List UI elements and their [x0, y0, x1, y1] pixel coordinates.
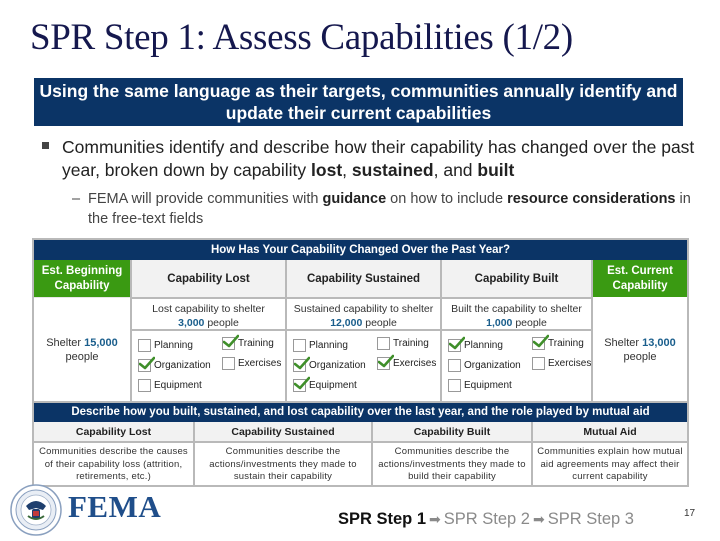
checkbox-planning[interactable]: Planning [293, 339, 348, 352]
checkbox-label: Training [238, 338, 274, 350]
checkbox-training[interactable]: Training [222, 334, 274, 350]
bullet-square-icon [42, 142, 49, 149]
est-beginning-header: Est. Beginning Capability [34, 260, 130, 297]
checkbox-label: Organization [309, 360, 366, 372]
built-value: 1,000 [486, 317, 513, 329]
checkbox-training[interactable]: Training [532, 334, 584, 350]
capability-change-table: How Has Your Capability Changed Over the… [32, 238, 689, 403]
checkbox-label: Planning [154, 340, 193, 352]
checkbox-label: Organization [464, 360, 521, 372]
checkbox-training[interactable]: Training [377, 337, 429, 350]
desc-col-sustained-header: Capability Sustained [195, 422, 371, 441]
checkbox-organization[interactable]: Organization [293, 356, 366, 372]
col-capability-built-header: Capability Built [442, 260, 591, 297]
summary-banner: Using the same language as their targets… [34, 78, 683, 126]
capability-description-header: Describe how you built, sustained, and l… [34, 403, 687, 422]
checkbox-label: Equipment [309, 380, 357, 392]
checkbox-exercises[interactable]: Exercises [377, 354, 437, 370]
desc-built-text: Communities describe the actions/investm… [378, 446, 526, 482]
est-current-header: Est. Current Capability [593, 260, 687, 297]
checkbox-planning[interactable]: Planning [448, 336, 503, 352]
checkbox-checked-icon[interactable] [532, 334, 549, 350]
col-capability-lost-header: Capability Lost [132, 260, 285, 297]
checkbox-unchecked-icon[interactable] [138, 379, 151, 392]
checkbox-exercises[interactable]: Exercises [532, 357, 591, 370]
dhs-seal-icon [10, 484, 62, 541]
checkbox-unchecked-icon[interactable] [222, 357, 235, 370]
sustained-value: 12,000 [330, 317, 363, 329]
bullet-sub: – FEMA will provide communities with gui… [72, 191, 691, 227]
checkbox-label: Equipment [464, 380, 512, 392]
checkbox-organization[interactable]: Organization [138, 356, 211, 372]
checkbox-label: Exercises [548, 358, 592, 370]
lost-description: Lost capability to shelter 3,000 people [152, 303, 265, 329]
checkbox-label: Planning [464, 340, 503, 352]
checkbox-equipment[interactable]: Equipment [293, 376, 357, 392]
checkbox-label: Equipment [154, 380, 202, 392]
checkbox-exercises[interactable]: Exercises [222, 357, 281, 370]
checkbox-equipment[interactable]: Equipment [448, 379, 512, 392]
checkbox-planning[interactable]: Planning [138, 339, 193, 352]
checkbox-label: Organization [154, 360, 211, 372]
checkbox-unchecked-icon[interactable] [138, 339, 151, 352]
checkbox-unchecked-icon[interactable] [377, 337, 390, 350]
desc-lost-text: Communities describe the causes of their… [39, 446, 188, 482]
checkbox-label: Planning [309, 340, 348, 352]
desc-col-built-header: Capability Built [373, 422, 531, 441]
built-description: Built the capability to shelter 1,000 pe… [451, 303, 582, 329]
checkbox-checked-icon[interactable] [448, 336, 465, 352]
checkbox-label: Exercises [393, 358, 437, 370]
desc-col-lost-header: Capability Lost [34, 422, 193, 441]
est-beginning-value: Shelter 15,000 people [46, 337, 118, 363]
est-current-value: Shelter 13,000 people [604, 337, 676, 363]
spr-step-nav: SPR Step 1 ➡ SPR Step 2 ➡ SPR Step 3 [338, 510, 634, 529]
col-capability-sustained-header: Capability Sustained [287, 260, 440, 297]
checkbox-unchecked-icon[interactable] [293, 339, 306, 352]
slide-title: SPR Step 1: Assess Capabilities (1/2) [30, 17, 573, 58]
summary-banner-text: Using the same language as their targets… [39, 81, 678, 123]
checkbox-unchecked-icon[interactable] [448, 359, 461, 372]
page-number: 17 [684, 508, 696, 519]
nav-step-2[interactable]: SPR Step 2 [444, 510, 530, 528]
checkbox-label: Training [548, 338, 584, 350]
checkbox-checked-icon[interactable] [377, 354, 394, 370]
capability-change-header: How Has Your Capability Changed Over the… [34, 240, 687, 260]
nav-step-3[interactable]: SPR Step 3 [548, 510, 634, 528]
arrow-right-icon: ➡ [532, 511, 545, 527]
checkbox-organization[interactable]: Organization [448, 359, 521, 372]
bold-lost: lost [311, 160, 343, 180]
checkbox-label: Training [393, 338, 429, 350]
checkbox-unchecked-icon[interactable] [448, 379, 461, 392]
checkbox-unchecked-icon[interactable] [532, 357, 545, 370]
fema-logo-text: FEMA [68, 489, 162, 524]
capability-description-table: Describe how you built, sustained, and l… [32, 401, 689, 487]
desc-col-mutual-aid-header: Mutual Aid [533, 422, 687, 441]
nav-step-1[interactable]: SPR Step 1 [338, 510, 426, 528]
bold-built: built [477, 160, 515, 180]
bold-sustained: sustained [351, 160, 434, 180]
checkbox-equipment[interactable]: Equipment [138, 379, 202, 392]
desc-sustained-text: Communities describe the actions/investm… [209, 446, 357, 482]
checkbox-checked-icon[interactable] [293, 376, 310, 392]
dash-bullet-icon: – [72, 191, 81, 207]
checkbox-checked-icon[interactable] [222, 334, 239, 350]
bullet-main: Communities identify and describe how th… [42, 136, 712, 182]
sustained-description: Sustained capability to shelter 12,000 p… [293, 303, 434, 329]
checkbox-checked-icon[interactable] [293, 356, 310, 372]
desc-mutual-aid-text: Communities explain how mutual aid agree… [537, 446, 683, 482]
checkbox-label: Exercises [238, 358, 282, 370]
checkbox-checked-icon[interactable] [138, 356, 155, 372]
arrow-right-icon: ➡ [429, 511, 441, 527]
lost-value: 3,000 [178, 317, 205, 329]
